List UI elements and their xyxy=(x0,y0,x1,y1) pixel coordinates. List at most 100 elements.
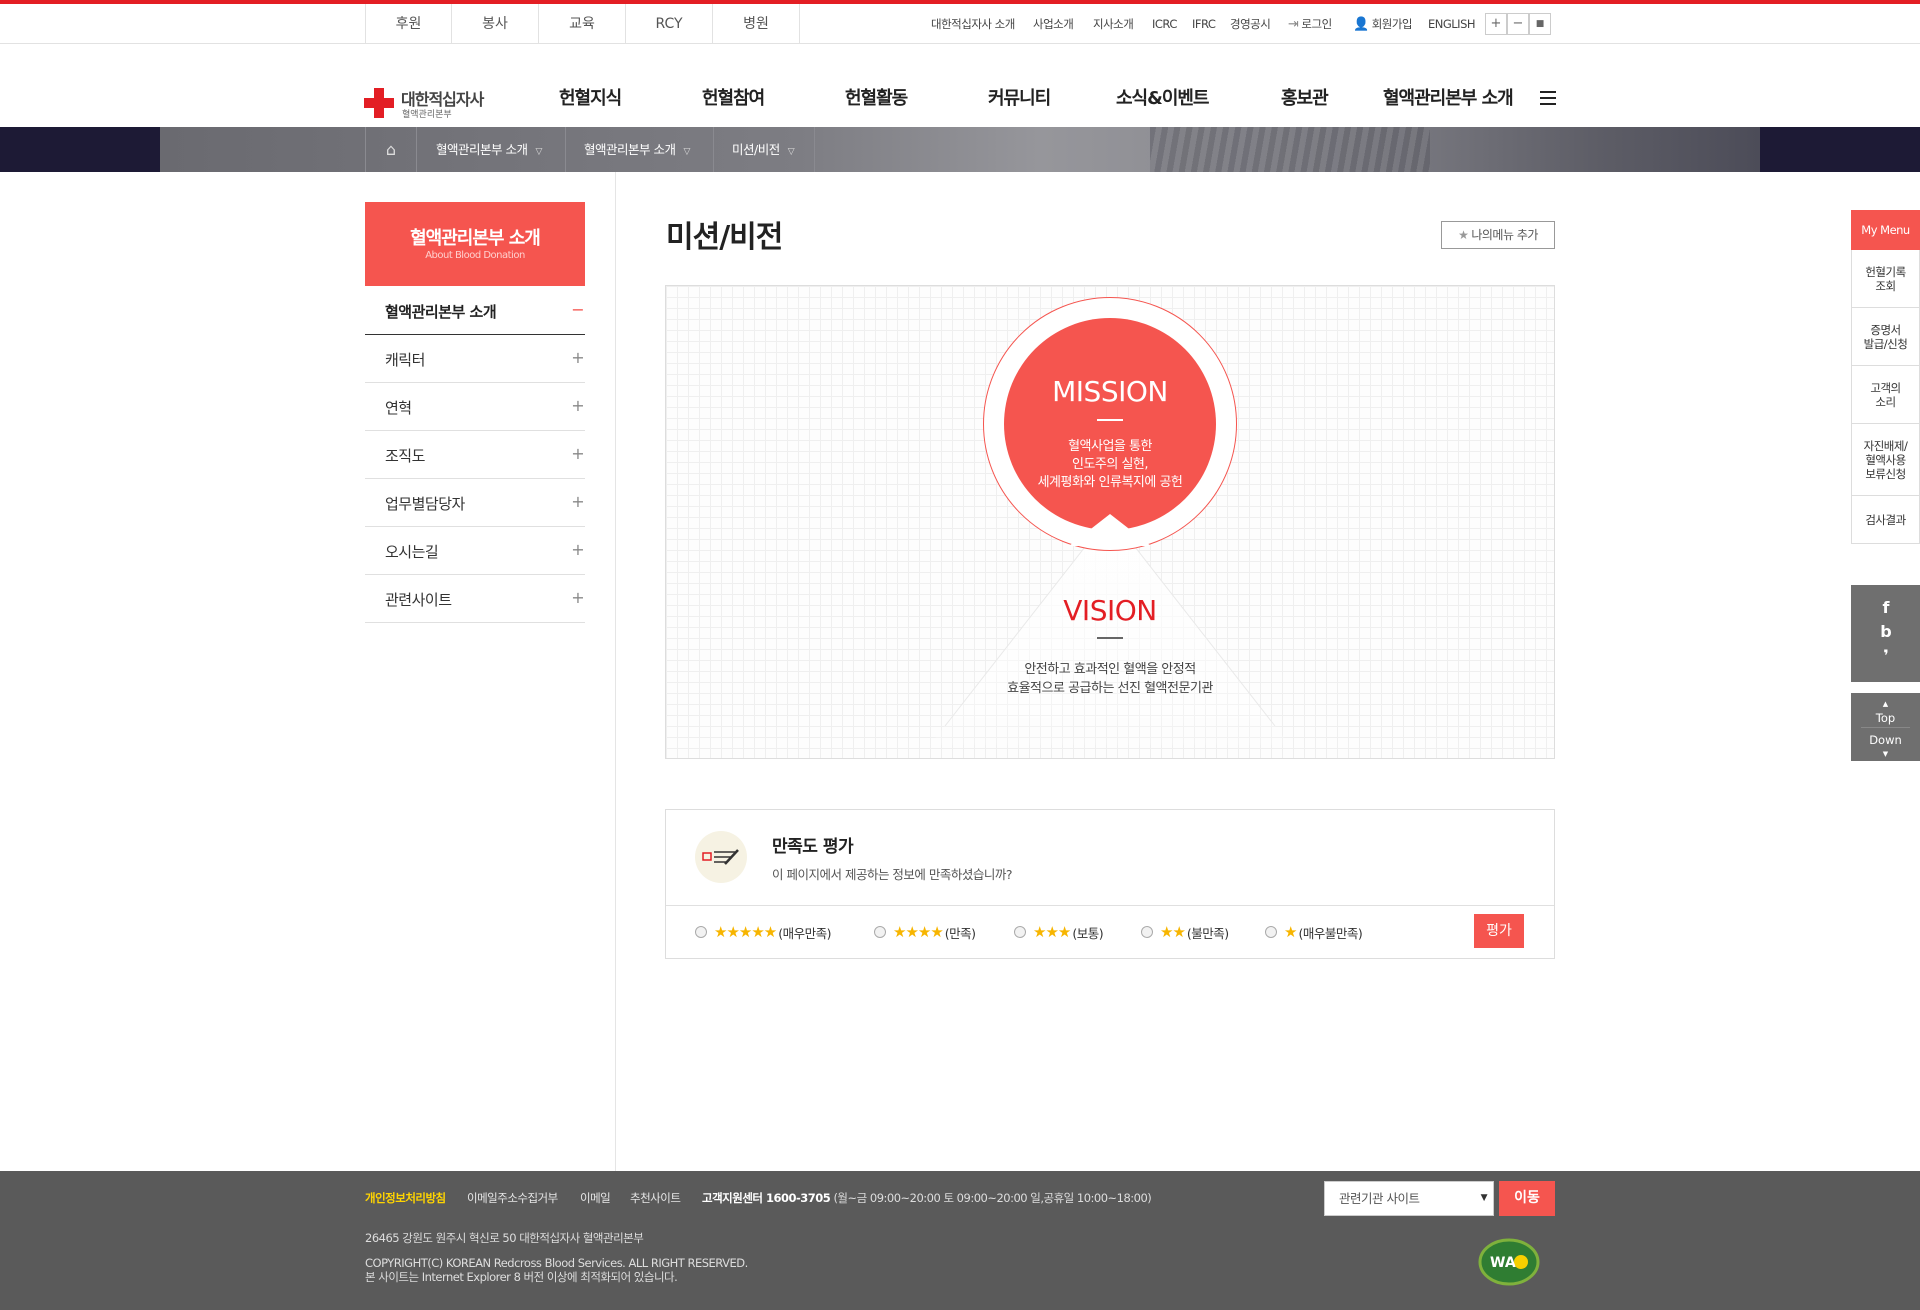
gnb-pr[interactable]: 홍보관 xyxy=(1281,84,1329,110)
recommended-sites-link[interactable]: 추천사이트 xyxy=(630,1190,681,1206)
breadcrumb-level3[interactable]: 미션/비전 ▽ xyxy=(714,127,815,172)
gnb-about[interactable]: 혈액관리본부 소개 xyxy=(1383,84,1514,110)
util-link-business[interactable]: 사업소개 xyxy=(1033,4,1074,44)
quick-donation-record[interactable]: 헌혈기록 조회 xyxy=(1851,250,1920,308)
post-icon[interactable]: ❜ xyxy=(1878,646,1894,665)
lnb-header: 혈액관리본부 소개 About Blood Donation xyxy=(365,202,585,286)
email-link[interactable]: 이메일 xyxy=(580,1190,611,1206)
star-rating-icon: ★★ xyxy=(1160,923,1186,941)
building-photo-detail xyxy=(1150,127,1430,172)
rating-option-3[interactable]: ★★★ (보통) xyxy=(1014,922,1104,942)
pencil-memo-icon xyxy=(695,831,747,883)
gnb-blood-knowledge[interactable]: 헌혈지식 xyxy=(559,84,622,110)
add-my-menu-button[interactable]: ★ 나의메뉴 추가 xyxy=(1441,221,1555,249)
gnb-news-events[interactable]: 소식&이벤트 xyxy=(1116,84,1209,110)
logo-subtitle[interactable]: 혈액관리본부 xyxy=(402,107,452,120)
scroll-down-button[interactable]: Down ▼ xyxy=(1851,733,1920,761)
plus-icon: + xyxy=(571,444,585,463)
star-rating-icon: ★★★ xyxy=(1033,923,1071,941)
content-divider xyxy=(615,172,616,1172)
privacy-policy-link[interactable]: 개인정보처리방침 xyxy=(365,1190,446,1206)
rating-option-2[interactable]: ★★ (불만족) xyxy=(1141,922,1229,942)
util-tab-donate[interactable]: 후원 xyxy=(365,4,452,44)
plus-icon: + xyxy=(571,396,585,415)
email-refusal-link[interactable]: 이메일주소수집거부 xyxy=(467,1190,558,1206)
lnb-item-label: 연혁 xyxy=(385,399,412,417)
star-rating-icon: ★★★★★ xyxy=(714,923,777,941)
util-tab-volunteer[interactable]: 봉사 xyxy=(452,4,539,44)
util-link-branches[interactable]: 지사소개 xyxy=(1093,4,1134,44)
breadcrumb-level3-label: 미션/비전 xyxy=(732,142,780,157)
vision-underline xyxy=(1097,637,1123,639)
submit-rating-button[interactable]: 평가 xyxy=(1474,914,1524,948)
customer-center-phone: 고객지원센터 1600-3705 xyxy=(702,1191,831,1205)
radio-button[interactable] xyxy=(874,926,886,938)
breadcrumb-level2[interactable]: 혈액관리본부 소개 ▽ xyxy=(566,127,714,172)
rating-label: (불만족) xyxy=(1186,925,1229,941)
radio-button[interactable] xyxy=(695,926,707,938)
radio-button[interactable] xyxy=(1141,926,1153,938)
util-tab-rcy[interactable]: RCY xyxy=(626,4,713,44)
lnb-item-related-sites[interactable]: 관련사이트 + xyxy=(365,575,585,623)
mission-line-2: 인도주의 실현, xyxy=(1071,457,1149,472)
zoom-in-button[interactable]: + xyxy=(1485,13,1507,35)
facebook-icon[interactable]: f xyxy=(1878,598,1894,617)
lnb-item-about[interactable]: 혈액관리본부 소개 − xyxy=(365,287,585,335)
zoom-out-button[interactable]: − xyxy=(1507,13,1529,35)
footer-copyright: COPYRIGHT(C) KOREAN Redcross Blood Servi… xyxy=(365,1256,748,1284)
quick-test-results[interactable]: 검사결과 xyxy=(1851,496,1920,544)
web-accessibility-mark-icon: WA xyxy=(1478,1238,1540,1286)
go-button[interactable]: 이동 xyxy=(1499,1181,1555,1216)
breadcrumb-level1[interactable]: 혈액관리본부 소개 ▽ xyxy=(418,127,566,172)
gnb-activities[interactable]: 헌혈활동 xyxy=(845,84,908,110)
mission-line-3: 세계평화와 인류복지에 공헌 xyxy=(1037,475,1183,490)
util-tab-hospital[interactable]: 병원 xyxy=(713,4,800,44)
util-link-disclosure[interactable]: 경영공시 xyxy=(1230,4,1271,44)
util-tab-education[interactable]: 교육 xyxy=(539,4,626,44)
related-sites-select-value: 관련기관 사이트 xyxy=(1339,1191,1420,1206)
rating-option-4[interactable]: ★★★★ (만족) xyxy=(874,922,976,942)
login-link[interactable]: ⇥ 로그인 xyxy=(1288,4,1332,44)
hamburger-menu-icon[interactable] xyxy=(1540,91,1556,105)
radio-button[interactable] xyxy=(1014,926,1026,938)
footer-address: 26465 강원도 원주시 혁신로 50 대한적십자사 혈액관리본부 xyxy=(365,1231,644,1245)
english-link[interactable]: ENGLISH xyxy=(1428,4,1476,44)
login-icon: ⇥ xyxy=(1288,17,1299,32)
scroll-down-label: Down xyxy=(1869,733,1902,747)
util-link-icrc[interactable]: ICRC xyxy=(1152,4,1177,44)
rating-option-1[interactable]: ★ (매우불만족) xyxy=(1265,922,1363,942)
arrow-down-icon: ▼ xyxy=(1882,750,1889,758)
my-menu-header[interactable]: My Menu xyxy=(1851,210,1920,250)
survey-divider xyxy=(666,905,1554,906)
lnb-item-organization[interactable]: 조직도 + xyxy=(365,431,585,479)
blog-icon[interactable]: b xyxy=(1878,622,1894,641)
chevron-down-icon: ▽ xyxy=(683,147,690,157)
radio-button[interactable] xyxy=(1265,926,1277,938)
home-icon[interactable]: ⌂ xyxy=(365,127,417,172)
gnb-community[interactable]: 커뮤니티 xyxy=(988,84,1051,110)
quick-customer-voice[interactable]: 고객의 소리 xyxy=(1851,366,1920,424)
lnb-item-staff[interactable]: 업무별담당자 + xyxy=(365,479,585,527)
quick-self-deferral[interactable]: 자진배제/ 혈액사용 보류신청 xyxy=(1851,424,1920,496)
util-link-about[interactable]: 대한적십자사 소개 xyxy=(931,4,1015,44)
lnb-item-directions[interactable]: 오시는길 + xyxy=(365,527,585,575)
signup-link[interactable]: 👤 회원가입 xyxy=(1353,4,1413,44)
vision-line-2: 효율적으로 공급하는 선진 혈액전문기관 xyxy=(1007,681,1213,696)
plus-icon: + xyxy=(571,348,585,367)
login-label: 로그인 xyxy=(1301,17,1332,31)
mission-circle xyxy=(1004,318,1216,530)
quick-certificate[interactable]: 증명서 발급/신청 xyxy=(1851,308,1920,366)
lnb-item-character[interactable]: 캐릭터 + xyxy=(365,335,585,383)
red-cross-logo-icon[interactable] xyxy=(364,88,394,118)
rating-option-5[interactable]: ★★★★★ (매우만족) xyxy=(695,922,832,942)
related-sites-select[interactable]: 관련기관 사이트 ▼ xyxy=(1324,1181,1494,1216)
lnb-item-history[interactable]: 연혁 + xyxy=(365,383,585,431)
gnb-participate[interactable]: 헌혈참여 xyxy=(702,84,765,110)
rating-label: (매우만족) xyxy=(778,925,832,941)
mission-underline xyxy=(1097,419,1123,421)
util-link-ifrc[interactable]: IFRC xyxy=(1192,4,1216,44)
customer-center-hours: (월~금 09:00~20:00 토 09:00~20:00 일,공휴일 10:… xyxy=(833,1191,1152,1205)
zoom-reset-button[interactable]: ■ xyxy=(1529,13,1551,35)
chevron-down-icon: ▼ xyxy=(1480,1193,1488,1203)
scroll-top-button[interactable]: ▲ Top xyxy=(1851,697,1920,725)
